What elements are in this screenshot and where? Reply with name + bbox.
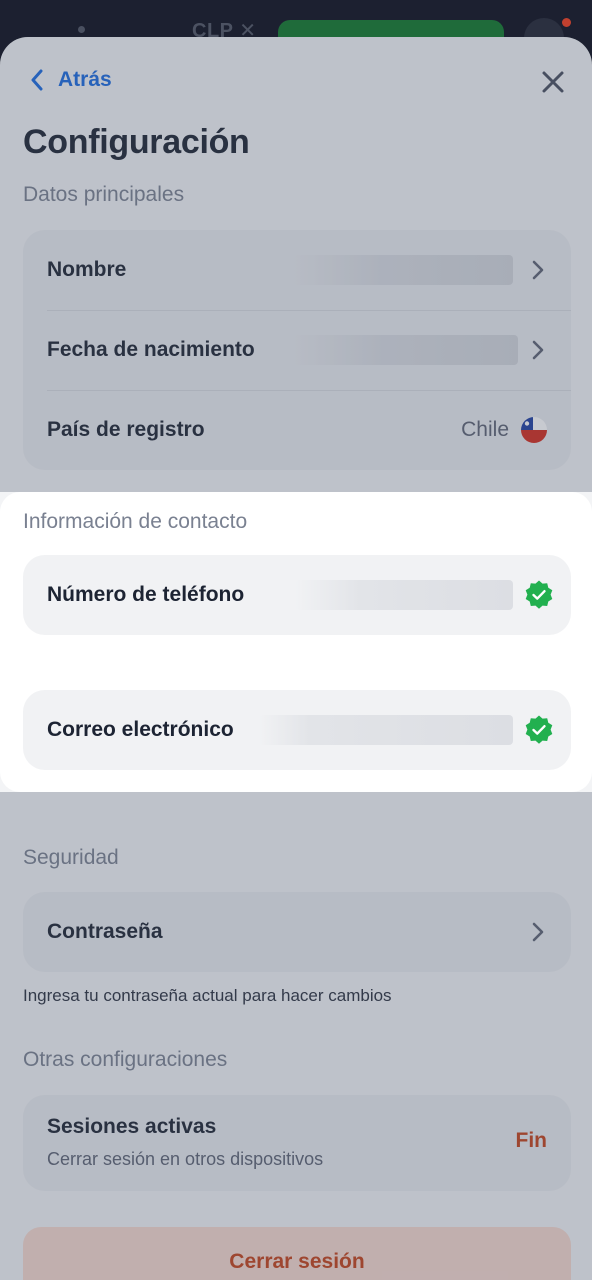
row-name[interactable]: Nombre <box>23 230 571 310</box>
sessions-subtitle: Cerrar sesión en otros dispositivos <box>47 1149 324 1169</box>
row-label: Correo electrónico <box>47 718 234 741</box>
row-phone[interactable]: Número de teléfono <box>23 555 571 635</box>
settings-sheet: Atrás Configuración Datos principales No… <box>0 37 592 1280</box>
row-label: Nombre <box>47 258 127 281</box>
sheet-nav: Atrás <box>0 37 592 123</box>
row-email[interactable]: Correo electrónico <box>23 690 571 770</box>
verified-check-icon <box>525 715 553 744</box>
background-notification-dot <box>562 18 571 27</box>
chevron-right-icon <box>532 340 544 360</box>
section-title-main-data: Datos principales <box>23 183 185 206</box>
background-dot <box>78 26 85 33</box>
password-hint: Ingresa tu contraseña actual para hacer … <box>23 986 392 1005</box>
back-button[interactable]: Atrás <box>30 65 112 95</box>
row-label: Fecha de nacimiento <box>47 338 255 361</box>
country-value: Chile <box>461 418 509 441</box>
page-title: Configuración <box>23 123 250 161</box>
logout-button[interactable]: Cerrar sesión <box>23 1227 571 1280</box>
row-label: Número de teléfono <box>47 583 245 606</box>
row-password[interactable]: Contraseña <box>23 892 571 972</box>
hidden-value <box>293 255 513 285</box>
password-card[interactable]: Contraseña <box>23 892 571 972</box>
end-sessions-button[interactable]: Fin <box>516 1129 548 1153</box>
email-card[interactable]: Correo electrónico <box>23 690 571 770</box>
hidden-value <box>259 715 513 745</box>
phone-card[interactable]: Número de teléfono <box>23 555 571 635</box>
row-label: País de registro <box>47 418 205 441</box>
chevron-left-icon <box>31 69 43 91</box>
chevron-right-icon <box>532 922 544 942</box>
row-birthdate[interactable]: Fecha de nacimiento <box>23 310 571 390</box>
main-data-card: Nombre Fecha de nacimiento País de regis… <box>23 230 571 470</box>
verified-check-icon <box>525 580 553 609</box>
contact-section: Información de contacto Número de teléfo… <box>0 492 592 792</box>
hidden-value <box>293 335 518 365</box>
section-title-security: Seguridad <box>23 846 119 869</box>
chile-flag-icon <box>521 417 547 443</box>
hidden-value <box>295 580 513 610</box>
row-country: País de registro Chile <box>23 390 571 470</box>
sessions-title: Sesiones activas <box>47 1115 217 1138</box>
close-icon[interactable] <box>538 67 568 97</box>
section-title-other: Otras configuraciones <box>23 1048 228 1071</box>
back-label: Atrás <box>58 68 112 91</box>
section-title-contact: Información de contacto <box>23 510 248 533</box>
chevron-right-icon <box>532 260 544 280</box>
sessions-card: Sesiones activas Cerrar sesión en otros … <box>23 1095 571 1191</box>
row-label: Contraseña <box>47 920 163 943</box>
